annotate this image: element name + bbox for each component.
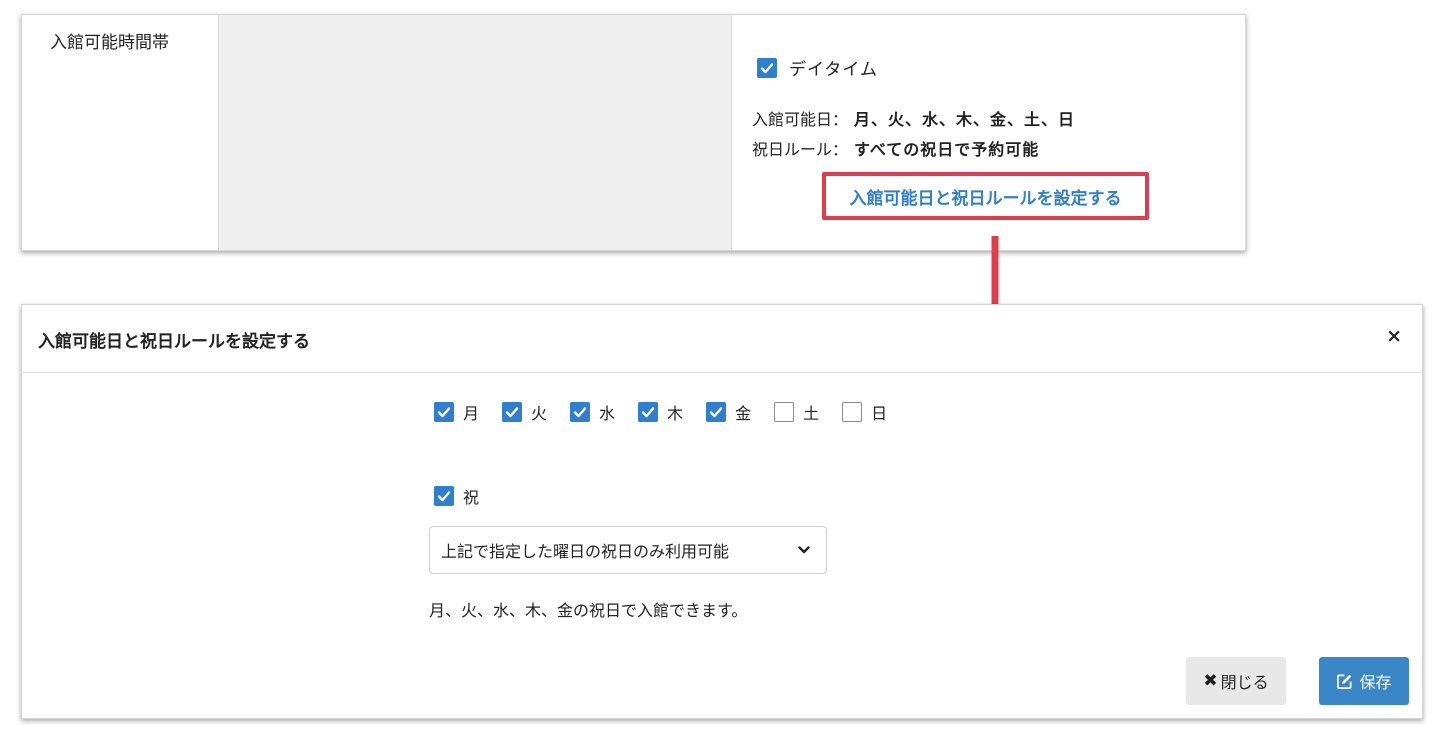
day-checkbox-fri[interactable]: 金 bbox=[706, 400, 751, 424]
weekday-checkboxes: 月 火 水 木 金 土 日 bbox=[434, 400, 910, 424]
day-label: 日 bbox=[871, 404, 888, 423]
daytime-checkbox-row[interactable]: デイタイム bbox=[757, 55, 878, 80]
open-days-label: 入館可能日： bbox=[752, 110, 849, 129]
checkbox[interactable] bbox=[502, 402, 523, 422]
holiday-label: 祝 bbox=[463, 488, 480, 507]
check-icon bbox=[505, 407, 519, 418]
holiday-rule-row: 祝日ルール： すべての祝日で予約可能 bbox=[752, 136, 1039, 160]
select-value: 上記で指定した曜日の祝日のみ利用可能 bbox=[441, 542, 730, 561]
open-days-row: 入館可能日： 月、火、水、木、金、土、日 bbox=[752, 106, 1075, 130]
empty-cell bbox=[219, 15, 732, 250]
open-days-value: 月、火、水、木、金、土、日 bbox=[854, 110, 1076, 129]
checkbox[interactable] bbox=[842, 402, 863, 422]
checkbox[interactable] bbox=[774, 402, 795, 422]
holiday-description: 月、火、水、木、金の祝日で入館できます。 bbox=[429, 601, 748, 620]
day-label: 土 bbox=[803, 404, 820, 423]
holiday-checkbox-row[interactable]: 祝 bbox=[434, 484, 479, 508]
checkbox[interactable] bbox=[434, 402, 454, 422]
daytime-label: デイタイム bbox=[789, 60, 878, 80]
holiday-rule-select[interactable]: 上記で指定した曜日の祝日のみ利用可能 bbox=[429, 526, 827, 574]
check-icon bbox=[641, 407, 655, 418]
holiday-rule-value: すべての祝日で予約可能 bbox=[854, 140, 1040, 159]
checkbox[interactable] bbox=[638, 402, 659, 422]
holiday-rule-label: 祝日ルール： bbox=[752, 140, 849, 159]
check-icon bbox=[437, 491, 451, 502]
modal-title: 入館可能日と祝日ルールを設定する bbox=[38, 332, 310, 352]
day-checkbox-sat[interactable]: 土 bbox=[774, 400, 819, 424]
check-icon bbox=[709, 407, 723, 418]
close-button[interactable]: ✖ 閉じる bbox=[1186, 657, 1286, 705]
chevron-down-icon bbox=[798, 546, 810, 554]
day-label: 水 bbox=[599, 404, 616, 423]
edit-icon bbox=[1337, 674, 1352, 689]
checkbox[interactable] bbox=[706, 402, 727, 422]
close-icon: ✖ bbox=[1203, 671, 1218, 691]
check-icon bbox=[437, 407, 451, 418]
check-icon bbox=[760, 62, 774, 73]
day-checkbox-tue[interactable]: 火 bbox=[502, 400, 547, 424]
close-button-label: 閉じる bbox=[1220, 673, 1269, 692]
settings-table: 入館可能時間帯 デイタイム 入館可能日： 月、火、水、木、金、土、日 祝日ルール：… bbox=[21, 14, 1246, 251]
daytime-checkbox[interactable] bbox=[757, 57, 777, 78]
close-icon[interactable]: × bbox=[1386, 325, 1402, 347]
settings-modal: 入館可能日と祝日ルールを設定する × 月 火 水 木 金 土 日 祝 上記で指定… bbox=[21, 304, 1423, 719]
day-label: 木 bbox=[667, 404, 684, 423]
day-checkbox-sun[interactable]: 日 bbox=[842, 400, 887, 424]
configure-link[interactable]: 入館可能日と祝日ルールを設定する bbox=[850, 184, 1122, 209]
day-label: 金 bbox=[735, 404, 752, 423]
value-cell: デイタイム 入館可能日： 月、火、水、木、金、土、日 祝日ルール： すべての祝日で予… bbox=[732, 15, 1245, 250]
row-label: 入館可能時間帯 bbox=[22, 15, 219, 250]
configure-link-highlight: 入館可能日と祝日ルールを設定する bbox=[822, 172, 1149, 220]
day-checkbox-mon[interactable]: 月 bbox=[434, 400, 479, 424]
check-icon bbox=[573, 407, 587, 418]
day-checkbox-thu[interactable]: 木 bbox=[638, 400, 683, 424]
day-checkbox-wed[interactable]: 水 bbox=[570, 400, 615, 424]
save-button[interactable]: 保存 bbox=[1319, 657, 1409, 705]
holiday-checkbox[interactable] bbox=[434, 486, 454, 506]
checkbox[interactable] bbox=[570, 402, 591, 422]
day-label: 火 bbox=[531, 404, 548, 423]
save-button-label: 保存 bbox=[1359, 673, 1392, 692]
day-label: 月 bbox=[463, 404, 480, 423]
modal-header: 入館可能日と祝日ルールを設定する × bbox=[22, 305, 1422, 373]
